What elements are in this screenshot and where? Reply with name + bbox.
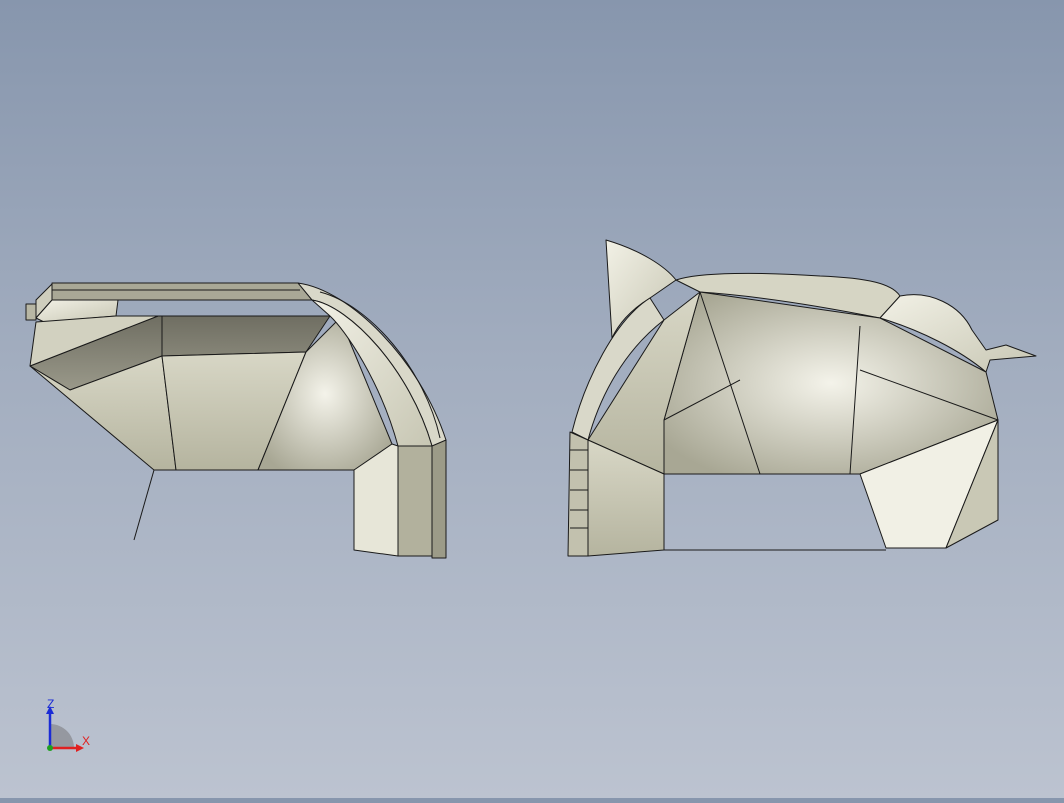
x-axis-label: X xyxy=(82,734,91,748)
left-part-construction-line xyxy=(133,469,155,541)
left-part-top-strip xyxy=(51,282,313,301)
cad-viewport[interactable] xyxy=(0,0,1064,798)
coordinate-triad: Z X xyxy=(36,698,100,758)
right-part xyxy=(567,239,1037,557)
left-part xyxy=(25,282,447,559)
left-part-leg-side xyxy=(397,445,433,557)
triad-quarter-disc xyxy=(50,724,74,748)
y-axis-dot xyxy=(47,745,53,751)
z-axis-label: Z xyxy=(47,697,55,711)
left-part-tab xyxy=(25,303,37,321)
